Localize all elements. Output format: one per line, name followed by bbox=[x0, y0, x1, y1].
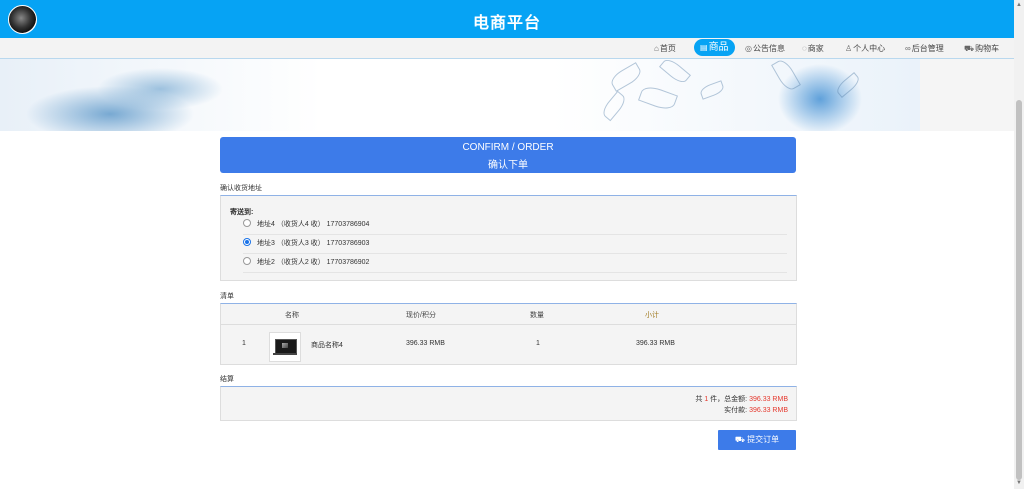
banner-image bbox=[0, 59, 920, 131]
home-icon: ⌂ bbox=[654, 44, 659, 53]
col-header-qty: 数量 bbox=[530, 312, 544, 319]
confirm-title-cn: 确认下单 bbox=[488, 160, 528, 171]
product-qty: 1 bbox=[536, 340, 540, 347]
settle-panel: 共 1 件，总金额: 396.33 RMB 实付款: 396.33 RMB bbox=[220, 386, 797, 421]
scroll-down-icon[interactable]: ▼ bbox=[1016, 480, 1022, 486]
address-section-label: 确认收货地址 bbox=[220, 185, 262, 192]
nav-item-shop[interactable]: ◌商家 bbox=[802, 42, 824, 55]
shop-icon: ◌ bbox=[802, 44, 807, 53]
scroll-thumb[interactable] bbox=[1016, 100, 1022, 480]
total-line: 共 1 件，总金额: 396.33 RMB bbox=[695, 396, 788, 403]
settle-section-label: 结算 bbox=[220, 376, 234, 383]
col-header-subtotal: 小计 bbox=[645, 312, 659, 319]
address-panel: 寄送到: 地址4 （收货人4 收） 17703786904 地址3 （收货人3 … bbox=[220, 195, 797, 281]
notice-icon: ◎ bbox=[745, 44, 752, 53]
user-icon: ♙ bbox=[845, 44, 853, 53]
col-header-name: 名称 bbox=[285, 312, 299, 319]
address-radio-selected[interactable] bbox=[243, 238, 251, 247]
nav-item-home[interactable]: ⌂首页 bbox=[654, 42, 676, 55]
paid-line: 实付款: 396.33 RMB bbox=[724, 407, 788, 414]
address-option[interactable]: 地址2 （收货人2 收） 17703786902 bbox=[243, 254, 787, 273]
nav-item-notice[interactable]: ◎公告信息 bbox=[745, 42, 785, 55]
item-count: 1 bbox=[704, 396, 709, 403]
site-title: 电商平台 bbox=[472, 15, 541, 32]
list-section-label: 清单 bbox=[220, 293, 234, 300]
cart-icon: ⛟ bbox=[734, 435, 745, 444]
submit-order-button[interactable]: ⛟ 提交订单 bbox=[718, 430, 796, 450]
address-option[interactable]: 地址4 （收货人4 收） 17703786904 bbox=[243, 216, 787, 235]
product-name[interactable]: 商品名称4 bbox=[311, 340, 343, 350]
product-price: 396.33 RMB bbox=[406, 340, 445, 347]
goods-icon: ▤ bbox=[700, 43, 708, 52]
nav-item-goods[interactable]: ▤商品 bbox=[694, 39, 735, 56]
total-amount: 396.33 RMB bbox=[749, 396, 788, 403]
address-option[interactable]: 地址3 （收货人3 收） 17703786903 bbox=[243, 235, 787, 254]
order-list-table: 名称 现价/积分 数量 小计 1 商品名称4 396.33 RMB 1 396.… bbox=[220, 303, 797, 365]
col-header-price: 现价/积分 bbox=[406, 312, 436, 319]
nav-item-user-center[interactable]: ♙个人中心 bbox=[845, 42, 885, 55]
product-thumbnail[interactable] bbox=[269, 332, 301, 362]
confirm-title-en: CONFIRM / ORDER bbox=[462, 142, 554, 153]
scroll-up-icon[interactable]: ▲ bbox=[1016, 2, 1022, 8]
nav-item-admin[interactable]: ∞后台管理 bbox=[905, 42, 944, 55]
top-header: 电商平台 bbox=[0, 0, 1014, 38]
product-subtotal: 396.33 RMB bbox=[636, 340, 675, 347]
banner-side bbox=[920, 59, 1014, 131]
cart-icon: ⛟ bbox=[964, 44, 975, 53]
row-index: 1 bbox=[242, 340, 246, 347]
link-icon: ∞ bbox=[905, 44, 911, 53]
paid-amount: 396.33 RMB bbox=[749, 407, 788, 414]
address-radio[interactable] bbox=[243, 219, 251, 228]
address-radio[interactable] bbox=[243, 257, 251, 266]
nav-bar: ⌂首页 ▤商品 ◎公告信息 ◌商家 ♙个人中心 ∞后台管理 ⛟购物车 bbox=[0, 38, 1014, 59]
confirm-order-banner: CONFIRM / ORDER 确认下单 bbox=[220, 137, 796, 173]
page-scrollbar[interactable]: ▲ ▼ bbox=[1014, 0, 1024, 489]
nav-item-cart[interactable]: ⛟购物车 bbox=[964, 42, 999, 55]
